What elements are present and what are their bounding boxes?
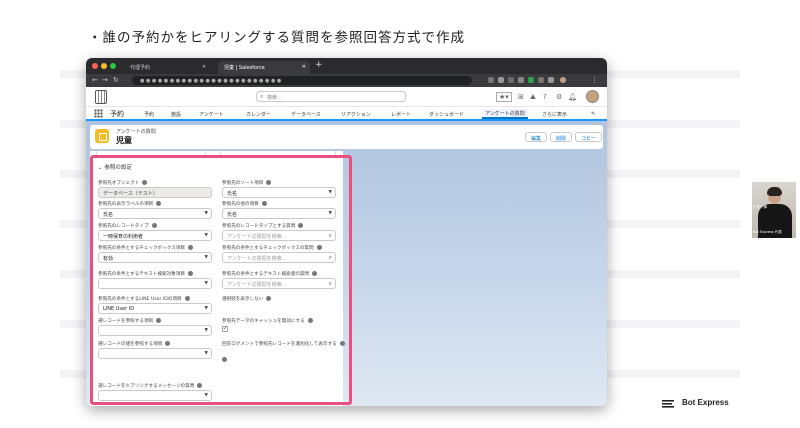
nav-item-reservation[interactable]: 予約 [144, 111, 154, 118]
tab-label: 児童 | Salesforce [224, 65, 265, 71]
tab-close-icon[interactable]: ✕ [202, 64, 206, 70]
puzzle-icon[interactable] [548, 77, 554, 83]
record-header: アンケートの質問 児童 編集 削除 コピー [90, 125, 603, 149]
bell-icon[interactable]: 🔔︎ [568, 93, 577, 101]
salesforce-header: ⌕ 検索... ★▾ ⊞ ⛰ ? ⚙ 🔔︎ [86, 87, 607, 107]
add-icon[interactable]: ⊞ [518, 93, 524, 101]
edit-nav-icon[interactable]: ✎ [591, 111, 595, 117]
reload-icon[interactable]: ↻ [113, 76, 119, 84]
presenter-glasses [769, 195, 780, 198]
nav-item-facility[interactable]: 施設 [171, 111, 181, 118]
slide-heading: ・誰の予約かをヒアリングする質問を参照回答方式で作成 [88, 30, 465, 46]
brand-name: Bot Express [682, 398, 729, 407]
nav-item-calendar[interactable]: カレンダー [246, 111, 271, 118]
nav-item-survey[interactable]: アンケート [199, 111, 224, 118]
edit-button[interactable]: 編集 [525, 132, 548, 142]
gear-icon[interactable]: ⚙ [556, 93, 562, 101]
delete-button[interactable]: 削除 [550, 132, 573, 142]
webcam-overlay: 中島一輝 Bot Express 代表 [752, 182, 796, 238]
nav-item-report[interactable]: レポート [391, 111, 411, 118]
back-icon[interactable]: ← [92, 76, 98, 84]
avatar[interactable] [586, 90, 599, 103]
app-nav-bar: 予約 予約 施設 アンケート カレンダー データベース リアクション レポート … [86, 107, 607, 121]
url-bar[interactable]: ● ● ● ● ● ● ● ● ● ● ● ● ● ● ● ● ● ● ● ● … [132, 76, 472, 85]
profile-icon[interactable] [560, 77, 566, 83]
webcam-company-tag: Bot Express 代表 [753, 230, 782, 234]
nav-item-more[interactable]: さらに表示 [542, 111, 567, 118]
maximize-window-icon[interactable] [110, 63, 116, 69]
search-icon: ⌕ [260, 93, 264, 100]
extension-icon[interactable] [518, 77, 524, 83]
record-type-icon [95, 129, 109, 143]
nav-item-survey-question[interactable]: アンケートの質問 [482, 109, 528, 119]
slide: ・誰の予約かをヒアリングする質問を参照回答方式で作成 代理予約 ✕ 児童 | Sa… [0, 0, 800, 428]
global-search-input[interactable]: ⌕ 検索... [256, 91, 406, 102]
browser-tab-bar: 代理予約 ✕ 児童 | Salesforce ✕ + [86, 58, 607, 74]
browser-tab-2[interactable]: 児童 | Salesforce ✕ [218, 61, 310, 74]
extension-icon[interactable] [508, 77, 514, 83]
forward-icon[interactable]: → [102, 76, 108, 84]
minimize-window-icon[interactable] [101, 63, 107, 69]
search-placeholder: 検索... [267, 95, 282, 101]
highlight-frame [90, 155, 352, 405]
extension-icon[interactable] [488, 77, 494, 83]
favorites-icon[interactable]: ★▾ [496, 92, 512, 102]
browser-tab-1[interactable]: 代理予約 ✕ [124, 61, 210, 74]
webcam-name-tag: 中島一輝 [753, 205, 767, 209]
trailhead-icon[interactable]: ⛰ [530, 93, 536, 102]
browser-toolbar: ← → ↻ ● ● ● ● ● ● ● ● ● ● ● ● ● ● ● ● ● … [86, 74, 607, 87]
close-window-icon[interactable] [92, 63, 98, 69]
calendar-logo-icon[interactable] [95, 90, 107, 104]
extension-icon[interactable] [528, 77, 534, 83]
tab-close-icon[interactable]: ✕ [302, 64, 306, 70]
app-name: 予約 [110, 110, 124, 118]
new-tab-icon[interactable]: + [315, 60, 323, 70]
bot-express-logo-icon [662, 400, 674, 408]
record-type-label: アンケートの質問 [116, 129, 156, 135]
copy-button[interactable]: コピー [575, 132, 603, 142]
app-launcher-icon[interactable] [94, 109, 103, 118]
presenter-hair [767, 187, 782, 195]
record-name: 児童 [116, 136, 132, 145]
help-icon[interactable]: ? [543, 93, 547, 101]
nav-item-reaction[interactable]: リアクション [341, 111, 371, 118]
extension-icon[interactable] [498, 77, 504, 83]
extension-icon[interactable] [538, 77, 544, 83]
nav-item-database[interactable]: データベース [291, 111, 321, 118]
menu-icon[interactable]: ⋮ [591, 76, 598, 84]
tab-label: 代理予約 [130, 65, 151, 71]
nav-item-dashboard[interactable]: ダッシュボード [429, 111, 464, 118]
